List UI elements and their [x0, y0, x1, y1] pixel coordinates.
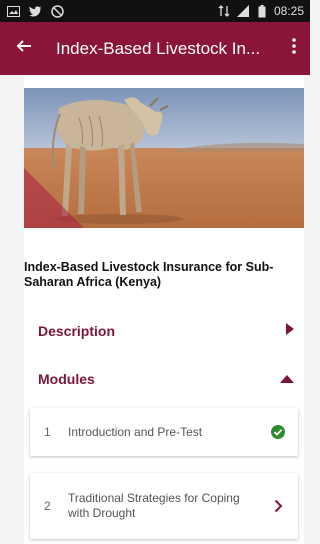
module-item[interactable]: 2 Traditional Strategies for Coping with…	[30, 473, 298, 539]
description-section-header[interactable]: Description	[38, 319, 294, 343]
twitter-icon	[28, 4, 42, 18]
image-icon	[6, 4, 20, 18]
app-bar: Index-Based Livestock In...	[0, 22, 310, 75]
back-button[interactable]	[10, 29, 38, 69]
signal-icon	[236, 4, 250, 18]
status-left-icons	[6, 4, 64, 18]
mute-icon	[50, 4, 64, 18]
chevron-right-icon	[258, 499, 298, 513]
course-detail-panel: Index-Based Livestock Insurance for Sub-…	[24, 75, 304, 544]
module-title: Traditional Strategies for Coping with D…	[68, 491, 240, 520]
description-label: Description	[38, 323, 116, 339]
module-number: 2	[44, 499, 51, 513]
caret-up-icon	[280, 370, 294, 388]
status-right-icons: 08:25	[217, 4, 304, 18]
modules-label: Modules	[38, 371, 95, 387]
app-title: Index-Based Livestock In...	[56, 38, 261, 58]
battery-icon	[255, 4, 269, 18]
more-options-button[interactable]	[284, 29, 304, 69]
course-title: Index-Based Livestock Insurance for Sub-…	[24, 260, 274, 289]
status-time: 08:25	[273, 4, 304, 18]
module-title: Introduction and Pre-Test	[68, 424, 203, 439]
arrow-left-icon	[16, 38, 32, 59]
module-item[interactable]: 1 Introduction and Pre-Test	[30, 408, 298, 456]
status-bar: 08:25	[0, 0, 310, 22]
check-circle-icon	[258, 425, 298, 439]
module-number: 1	[44, 425, 51, 439]
hero-ribbon	[24, 168, 84, 228]
modules-section-header[interactable]: Modules	[38, 367, 294, 391]
course-hero-image	[24, 88, 304, 228]
data-icon	[217, 4, 231, 18]
more-vertical-icon	[292, 38, 296, 59]
caret-right-icon	[286, 322, 294, 340]
